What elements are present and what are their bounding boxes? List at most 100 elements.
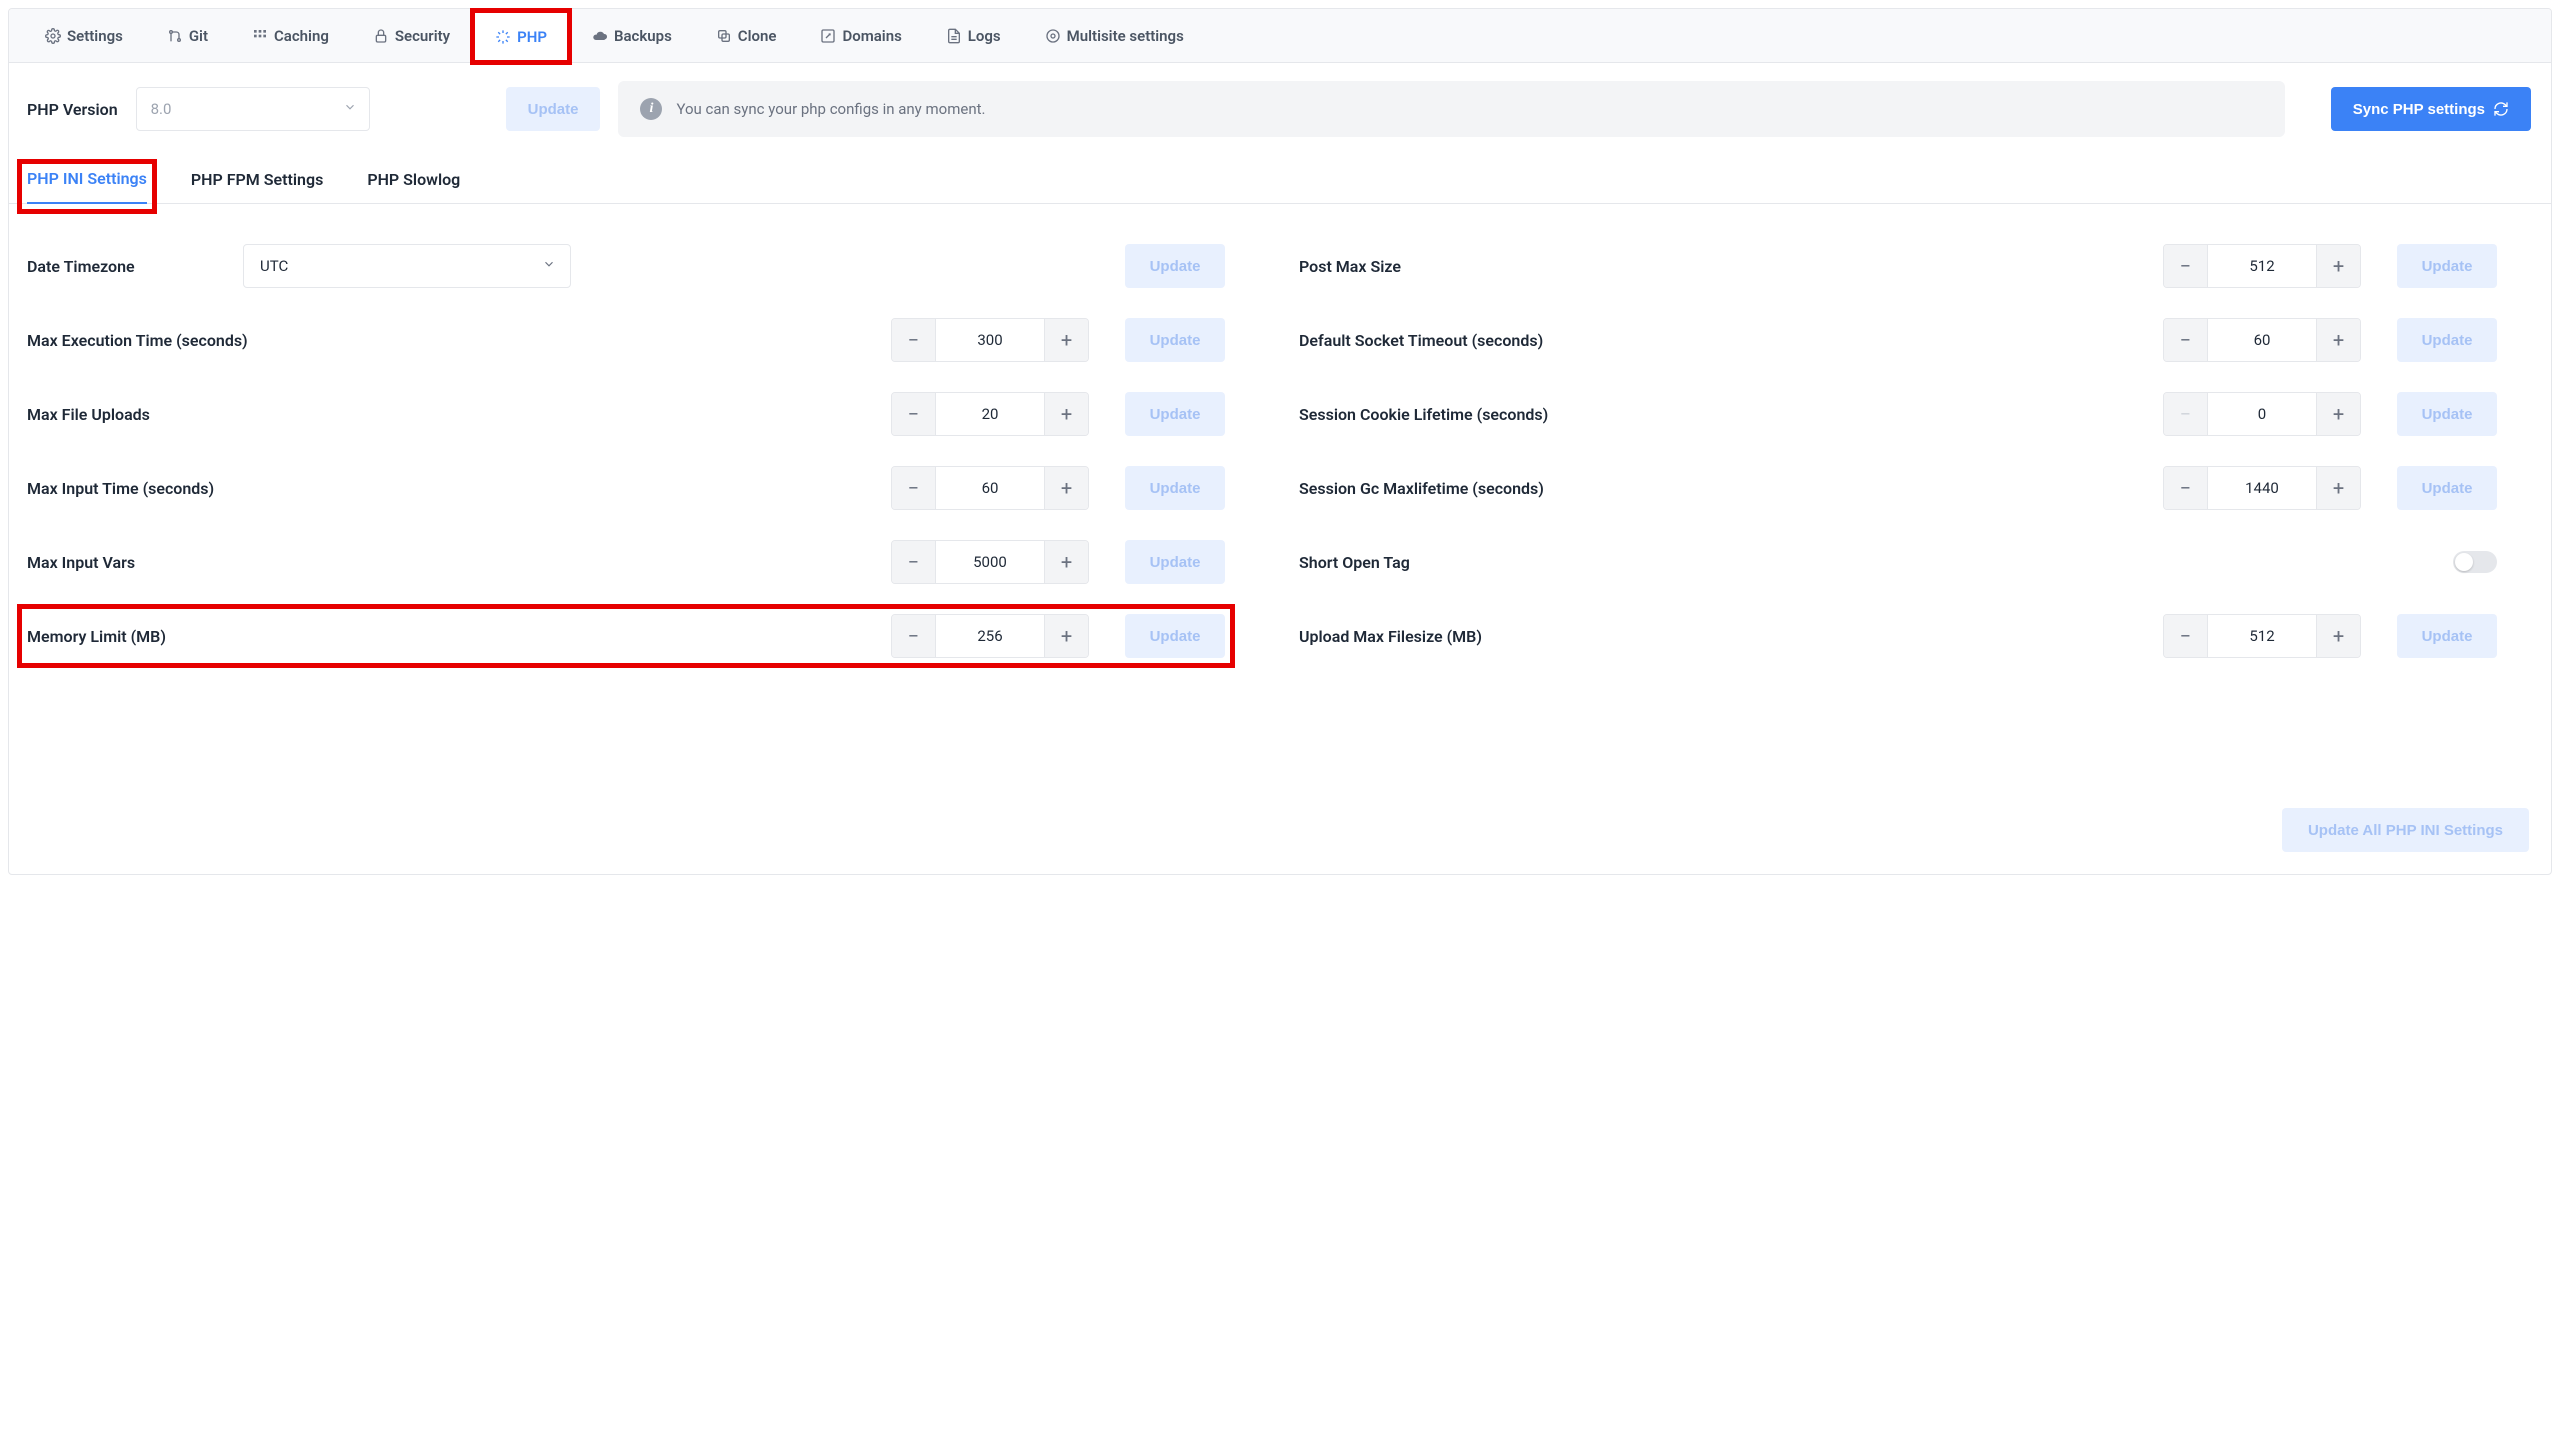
session_cookie_lifetime-stepper[interactable]: − 0 + — [2163, 392, 2361, 436]
subtab-fpm[interactable]: PHP FPM Settings — [191, 170, 323, 203]
memory_limit-stepper[interactable]: − 256 + — [891, 614, 1089, 658]
update-session_gc_maxlifetime-button[interactable]: Update — [2397, 466, 2497, 510]
default_socket_timeout-value[interactable]: 60 — [2208, 319, 2316, 361]
update-post_max_size-button[interactable]: Update — [2397, 244, 2497, 288]
sub-tabs: PHP INI Settings PHP FPM Settings PHP Sl… — [9, 147, 2551, 204]
plus-icon[interactable]: + — [1044, 615, 1088, 657]
upload_max_filesize-value[interactable]: 512 — [2208, 615, 2316, 657]
sync-button[interactable]: Sync PHP settings — [2331, 87, 2531, 131]
tab-logs[interactable]: Logs — [924, 9, 1023, 62]
max_input_vars-value[interactable]: 5000 — [936, 541, 1044, 583]
short_open_tag-toggle[interactable] — [2453, 551, 2497, 573]
footer: Update All PHP INI Settings — [9, 708, 2551, 874]
row-max_input_vars: Max Input Vars − 5000 + Update — [27, 540, 1225, 584]
memory_limit-value[interactable]: 256 — [936, 615, 1044, 657]
minus-icon[interactable]: − — [892, 615, 936, 657]
tab-backups[interactable]: Backups — [570, 9, 694, 62]
tab-multisite[interactable]: Multisite settings — [1023, 9, 1206, 62]
row-session_gc_maxlifetime: Session Gc Maxlifetime (seconds) − 1440 … — [1299, 466, 2497, 510]
post_max_size-value[interactable]: 512 — [2208, 245, 2316, 287]
git-icon — [167, 28, 183, 44]
session_gc_maxlifetime-value[interactable]: 1440 — [2208, 467, 2316, 509]
row-date-timezone: Date Timezone UTC Update — [27, 244, 1225, 288]
tab-security[interactable]: Security — [351, 9, 472, 62]
gear-icon — [45, 28, 61, 44]
php-version-label: PHP Version — [27, 100, 118, 119]
php-version-select[interactable]: 8.0 — [136, 87, 370, 131]
settings-panel: Settings Git Caching Security PHP Backup… — [8, 8, 2552, 875]
session_cookie_lifetime-value[interactable]: 0 — [2208, 393, 2316, 435]
minus-icon[interactable]: − — [892, 541, 936, 583]
plus-icon[interactable]: + — [1044, 319, 1088, 361]
plus-icon[interactable]: + — [2316, 245, 2360, 287]
cloud-icon — [592, 28, 608, 44]
plus-icon[interactable]: + — [2316, 615, 2360, 657]
settings-grid: Date Timezone UTC Update Max Execution T… — [9, 204, 2551, 708]
max_input_time-value[interactable]: 60 — [936, 467, 1044, 509]
file-icon — [946, 28, 962, 44]
tab-settings[interactable]: Settings — [23, 9, 145, 62]
lock-icon — [373, 28, 389, 44]
update-version-button[interactable]: Update — [506, 87, 601, 131]
update-session_cookie_lifetime-button[interactable]: Update — [2397, 392, 2497, 436]
copy-icon — [716, 28, 732, 44]
row-max_execution_time: Max Execution Time (seconds) − 300 + Upd… — [27, 318, 1225, 362]
upload_max_filesize-stepper[interactable]: − 512 + — [2163, 614, 2361, 658]
update-max_input_time-button[interactable]: Update — [1125, 466, 1225, 510]
max_execution_time-stepper[interactable]: − 300 + — [891, 318, 1089, 362]
minus-icon[interactable]: − — [892, 393, 936, 435]
date-timezone-select[interactable]: UTC — [243, 244, 571, 288]
row-post_max_size: Post Max Size − 512 + Update — [1299, 244, 2497, 288]
tab-clone[interactable]: Clone — [694, 9, 799, 62]
loader-icon — [495, 29, 511, 45]
max_execution_time-value[interactable]: 300 — [936, 319, 1044, 361]
minus-icon[interactable]: − — [2164, 245, 2208, 287]
subtab-ini[interactable]: PHP INI Settings — [27, 169, 147, 204]
minus-icon[interactable]: − — [2164, 467, 2208, 509]
update-max_input_vars-button[interactable]: Update — [1125, 540, 1225, 584]
header-row: PHP Version 8.0 Update i You can sync yo… — [9, 63, 2551, 147]
gear-icon — [1045, 28, 1061, 44]
update-upload_max_filesize-button[interactable]: Update — [2397, 614, 2497, 658]
minus-icon[interactable]: − — [892, 319, 936, 361]
row-memory_limit: Memory Limit (MB) − 256 + Update — [27, 614, 1225, 658]
default_socket_timeout-stepper[interactable]: − 60 + — [2163, 318, 2361, 362]
row-max_file_uploads: Max File Uploads − 20 + Update — [27, 392, 1225, 436]
tab-php[interactable]: PHP — [472, 10, 570, 63]
top-tabs: Settings Git Caching Security PHP Backup… — [9, 9, 2551, 63]
minus-icon[interactable]: − — [2164, 615, 2208, 657]
grid-icon — [252, 28, 268, 44]
row-default_socket_timeout: Default Socket Timeout (seconds) − 60 + … — [1299, 318, 2497, 362]
post_max_size-stepper[interactable]: − 512 + — [2163, 244, 2361, 288]
max_file_uploads-stepper[interactable]: − 20 + — [891, 392, 1089, 436]
tab-domains[interactable]: Domains — [798, 9, 923, 62]
minus-icon: − — [2164, 393, 2208, 435]
update-date-timezone-button[interactable]: Update — [1125, 244, 1225, 288]
max_input_vars-stepper[interactable]: − 5000 + — [891, 540, 1089, 584]
update-memory_limit-button[interactable]: Update — [1125, 614, 1225, 658]
subtab-slowlog[interactable]: PHP Slowlog — [367, 170, 460, 203]
max_input_time-stepper[interactable]: − 60 + — [891, 466, 1089, 510]
plus-icon[interactable]: + — [2316, 319, 2360, 361]
update-max_execution_time-button[interactable]: Update — [1125, 318, 1225, 362]
update-all-button[interactable]: Update All PHP INI Settings — [2282, 808, 2529, 852]
info-icon: i — [640, 98, 662, 120]
max_file_uploads-value[interactable]: 20 — [936, 393, 1044, 435]
row-upload_max_filesize: Upload Max Filesize (MB) − 512 + Update — [1299, 614, 2497, 658]
refresh-icon — [2493, 101, 2509, 117]
plus-icon[interactable]: + — [2316, 393, 2360, 435]
plus-icon[interactable]: + — [2316, 467, 2360, 509]
plus-icon[interactable]: + — [1044, 467, 1088, 509]
session_gc_maxlifetime-stepper[interactable]: − 1440 + — [2163, 466, 2361, 510]
chevron-down-icon — [542, 257, 556, 275]
update-max_file_uploads-button[interactable]: Update — [1125, 392, 1225, 436]
row-short_open_tag: Short Open Tag — [1299, 540, 2497, 584]
minus-icon[interactable]: − — [892, 467, 936, 509]
tab-git[interactable]: Git — [145, 9, 230, 62]
update-default_socket_timeout-button[interactable]: Update — [2397, 318, 2497, 362]
minus-icon[interactable]: − — [2164, 319, 2208, 361]
plus-icon[interactable]: + — [1044, 393, 1088, 435]
tab-caching[interactable]: Caching — [230, 9, 351, 62]
plus-icon[interactable]: + — [1044, 541, 1088, 583]
row-max_input_time: Max Input Time (seconds) − 60 + Update — [27, 466, 1225, 510]
